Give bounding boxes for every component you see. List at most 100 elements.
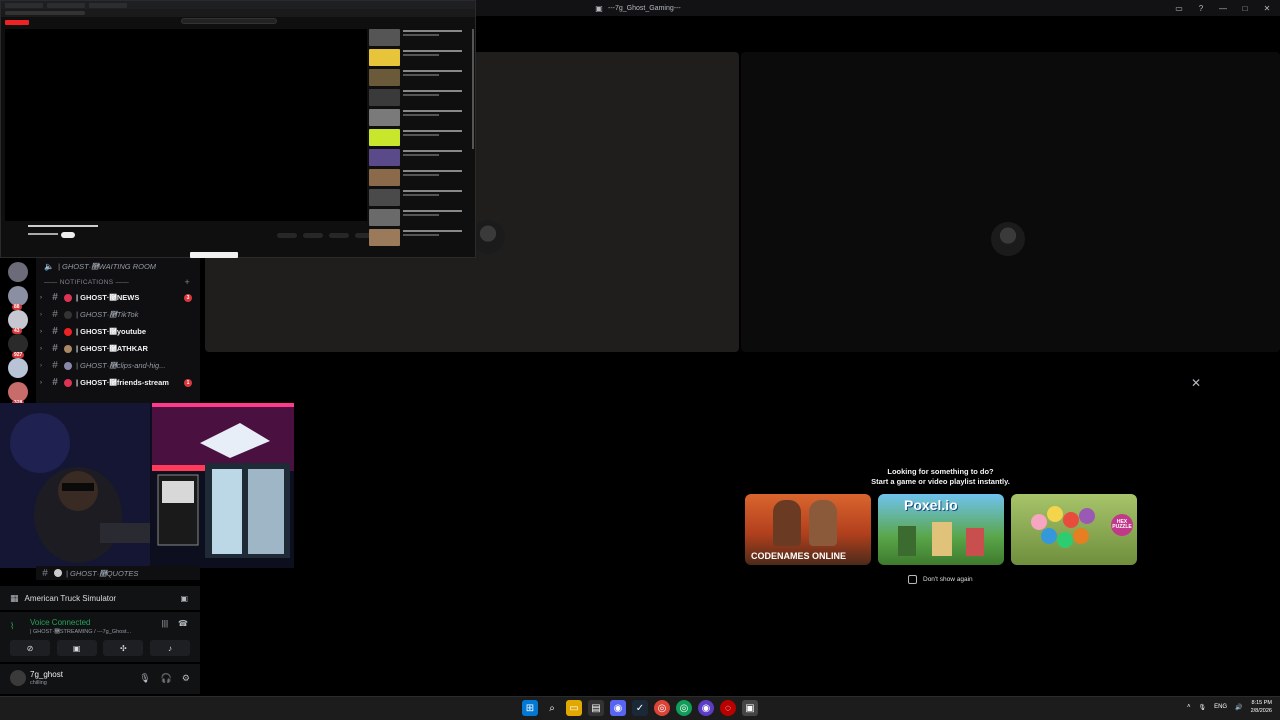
rec-item[interactable] [369,49,469,66]
dont-show-checkbox[interactable] [908,575,917,584]
app-icon[interactable]: ◌ [720,700,736,716]
voice-channel-waiting-room[interactable]: 🔈 | GHOST·࿥WAITING ROOM [36,258,200,275]
browser-tab[interactable] [5,2,43,8]
close-icon[interactable]: ✕ [1262,3,1272,13]
server-icon[interactable]: 43 [8,310,28,334]
channel-news[interactable]: › # | GHOST·࿥NEWS 3 [36,289,200,306]
browser-scrollbar[interactable] [472,29,474,149]
mic-tray-icon[interactable]: 🎙 [1198,704,1206,711]
rec-item[interactable] [369,229,469,246]
hash-icon: # [52,360,58,371]
server-rail: 88 43 927 328 [0,258,36,408]
activity-heading-line1: Looking for something to do? [887,467,994,476]
server-icon[interactable] [8,262,28,282]
browser-tab[interactable] [89,2,127,8]
channel-athkar[interactable]: › # | GHOST·࿥ATHKAR [36,340,200,357]
activity-suggestion-panel: ✕ Looking for something to do? Start a g… [674,372,1207,670]
rec-item[interactable] [369,129,469,146]
clock[interactable]: 8:15 PM 2/8/2026 [1251,699,1272,715]
channel-clips[interactable]: › # | GHOST·࿥clips-and-hig... [36,357,200,374]
disconnect-icon[interactable]: ☎ [178,619,188,628]
youtube-search[interactable] [181,18,277,24]
now-playing[interactable]: ▦ American Truck Simulator ▣ [0,586,200,610]
chevron-right-icon: › [40,379,42,386]
noise-suppression-icon[interactable]: ||| [162,619,168,628]
volume-icon[interactable]: 🔊 [1235,704,1242,711]
screen-share-button[interactable]: ▣ [56,640,97,656]
rec-item[interactable] [369,209,469,226]
activities-button[interactable]: ✣ [103,640,144,656]
dont-show-label: Don't show again [923,576,973,583]
channel-friends-stream[interactable]: › # | GHOST·࿥friends-stream 1 [36,374,200,391]
voice-panel: ⌇ Voice Connected | GHOST·࿥STREAMING / -… [0,612,200,662]
dont-show-again[interactable]: Don't show again [908,575,973,584]
microphone-icon[interactable]: 🎙 [139,673,150,684]
game-card-poxel[interactable]: Poxel.io [878,494,1004,565]
video-player[interactable] [5,29,367,221]
rec-item[interactable] [369,29,469,46]
channel-youtube[interactable]: › # | GHOST·࿥youtube [36,323,200,340]
rec-item[interactable] [369,149,469,166]
save-button[interactable] [329,233,349,238]
camera-button[interactable]: ⊘ [10,640,50,656]
chrome-alt-icon[interactable]: ◎ [676,700,692,716]
youtube-logo[interactable] [5,19,29,25]
channel-list: 🔈 | GHOST·࿥WAITING ROOM —— NOTIFICATIONS… [36,258,200,408]
chrome-icon[interactable]: ◎ [654,700,670,716]
avatar[interactable] [10,670,26,686]
server-icon[interactable]: 927 [8,334,28,358]
inbox-icon[interactable]: ▭ [1174,3,1184,13]
voice-channel-name[interactable]: | GHOST·࿥STREAMING / ---7g_Ghost... [30,628,131,635]
rec-item[interactable] [369,89,469,106]
channel-label: | GHOST·࿥QUOTES [66,568,139,578]
hash-icon: # [42,567,48,579]
steam-icon[interactable]: ✓ [632,700,648,716]
obs-icon[interactable]: ◉ [698,700,714,716]
user-panel: 7g_ghost chilling 🎙 🎧 ⚙ [0,664,200,694]
stream-tile-right[interactable] [741,52,1280,352]
server-icon[interactable]: 88 [8,286,28,310]
share-button[interactable] [303,233,323,238]
rec-item[interactable] [369,69,469,86]
voice-status[interactable]: Voice Connected [30,618,91,627]
game-card-codenames[interactable]: CODENAMES ONLINE [745,494,871,565]
gear-icon[interactable]: ⚙ [182,673,190,684]
add-channel-icon[interactable]: + [184,277,190,287]
unread-badge: 3 [184,293,192,302]
rec-item[interactable] [369,169,469,186]
channel-label: | GHOST·࿥TikTok [76,310,139,319]
game-card-hex-puzzle[interactable]: HEX PUZZLE [1011,494,1137,565]
maximize-icon[interactable]: □ [1240,3,1250,13]
close-icon[interactable]: ✕ [1191,376,1201,390]
language-indicator[interactable]: ENG [1214,704,1227,710]
webcam-overlay [0,403,294,568]
like-button[interactable] [277,233,297,238]
help-icon[interactable]: ? [1196,3,1206,13]
headphones-icon[interactable]: 🎧 [161,673,172,684]
channel-tiktok[interactable]: › # | GHOST·࿥TikTok [36,306,200,323]
minimize-icon[interactable]: — [1218,3,1228,13]
channel-quotes[interactable]: # | GHOST·࿥QUOTES [36,566,200,580]
rec-item[interactable] [369,109,469,126]
signal-icon[interactable]: ⌇ [10,621,14,632]
store-icon[interactable]: ▤ [588,700,604,716]
file-explorer-icon[interactable]: ▭ [566,700,582,716]
subscribe-button[interactable] [61,232,75,238]
hash-icon: # [52,377,58,388]
server-icon[interactable]: 328 [8,382,28,406]
browser-urlbar[interactable] [1,9,475,17]
discord-icon[interactable]: ◉ [610,700,626,716]
server-icon[interactable] [8,358,28,378]
chevron-up-icon[interactable]: ˄ [1187,704,1191,710]
rec-item[interactable] [369,189,469,206]
discord-icon: ▣ [595,3,603,13]
stream-icon[interactable]: ▣ [180,594,188,603]
game-name: Poxel.io [904,497,958,513]
truck-sim-icon[interactable]: ▣ [742,700,758,716]
start-icon[interactable]: ⊞ [522,700,538,716]
search-icon[interactable]: ⌕ [544,700,560,716]
category-notifications[interactable]: —— NOTIFICATIONS —— + [36,275,200,289]
soundboard-button[interactable]: ♪ [149,640,190,656]
username[interactable]: 7g_ghost [30,670,63,679]
browser-tab[interactable] [47,2,85,8]
